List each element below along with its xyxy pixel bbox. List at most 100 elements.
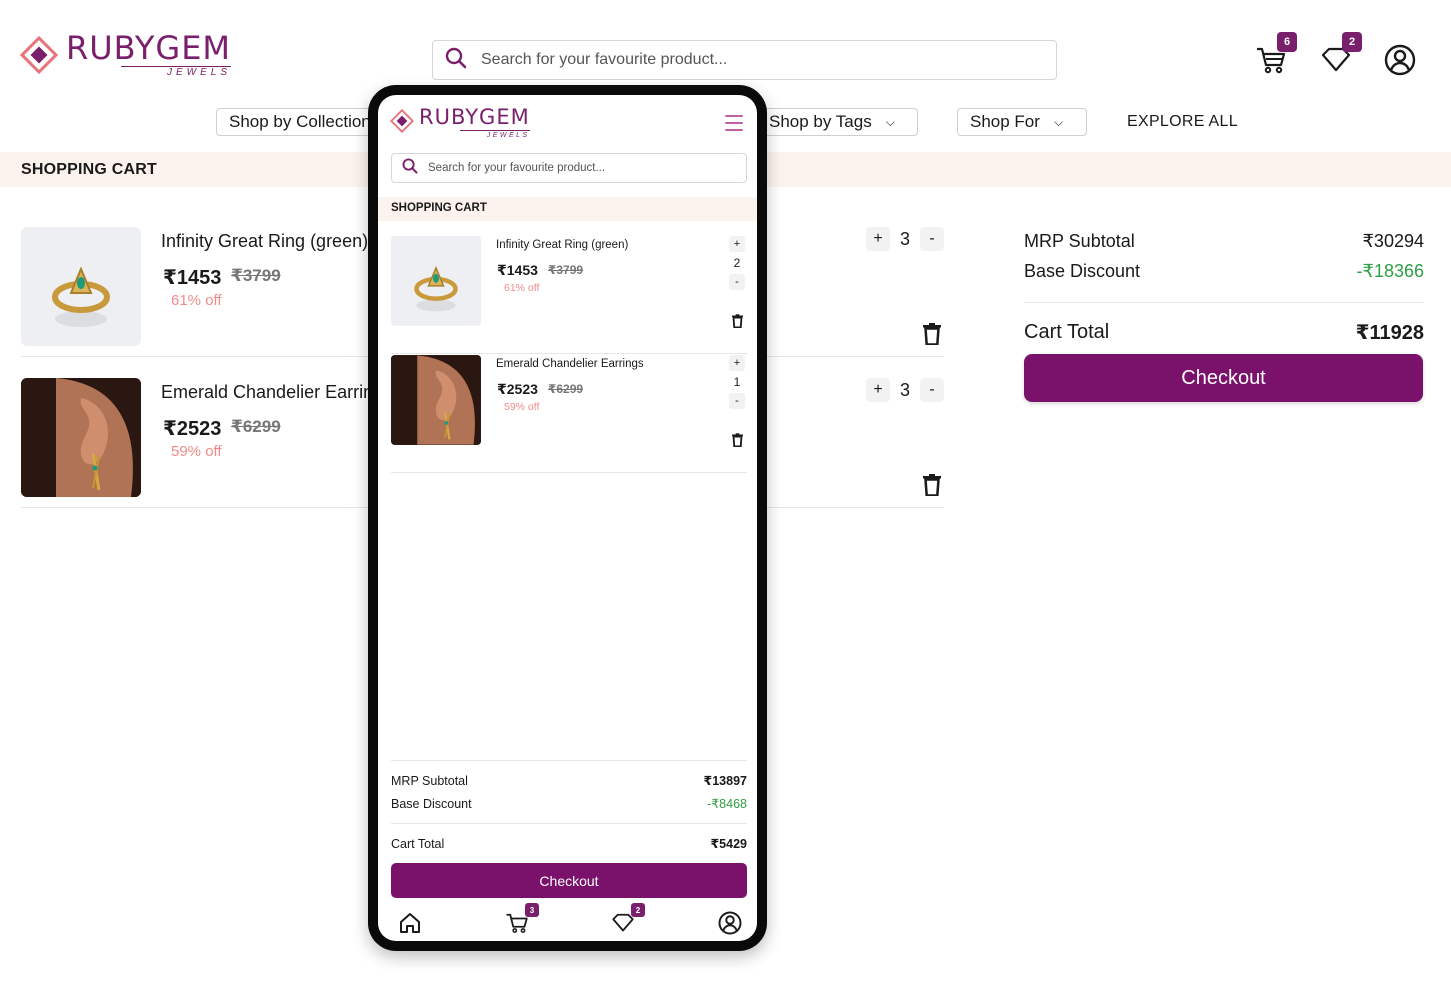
cart-icon <box>1255 47 1287 80</box>
search-icon <box>445 47 467 74</box>
search-icon <box>402 158 418 179</box>
quantity-value: 1 <box>733 375 741 389</box>
cart-tab[interactable]: 3 <box>505 903 539 935</box>
user-icon <box>718 911 742 939</box>
product-mrp: ₹3799 <box>231 266 281 285</box>
product-name[interactable]: Infinity Great Ring (green) <box>496 239 628 251</box>
wishlist-count-badge: 2 <box>1342 32 1362 52</box>
product-image-ring[interactable] <box>21 227 141 346</box>
product-mrp: ₹3799 <box>548 263 584 277</box>
mobile-device-frame: RUBYGEM JEWELS Search for your favourite… <box>368 85 767 951</box>
order-summary: MRP Subtotal ₹30294 Base Discount -₹1836… <box>1024 226 1424 402</box>
brand-name: RUBYGEM <box>419 105 530 129</box>
account-tab[interactable] <box>718 911 742 935</box>
mrp-subtotal-value: ₹13897 <box>703 774 747 788</box>
wishlist-count-badge: 2 <box>631 903 645 917</box>
base-discount-label: Base Discount <box>391 796 472 811</box>
nav-label: Shop by Tags <box>769 112 872 131</box>
mobile-order-summary: MRP Subtotal ₹13897 Base Discount -₹8468… <box>391 760 747 898</box>
product-price: ₹2523 <box>497 381 538 397</box>
user-icon <box>1384 44 1416 80</box>
nav-shop-by-tags[interactable]: Shop by Tags ⌵ <box>760 108 918 136</box>
page-title: SHOPPING CART <box>391 202 487 214</box>
cart-count-badge: 6 <box>1277 32 1297 52</box>
wishlist-button[interactable]: 2 <box>1320 32 1362 76</box>
cart-total-value: ₹5429 <box>710 837 747 851</box>
trash-icon[interactable] <box>923 474 941 497</box>
decrease-quantity-button[interactable]: - <box>920 378 944 402</box>
account-button[interactable] <box>1384 44 1416 76</box>
home-icon <box>398 913 422 939</box>
decrease-quantity-button[interactable]: - <box>729 393 745 409</box>
search-placeholder: Search for your favourite product... <box>428 162 606 174</box>
decrease-quantity-button[interactable]: - <box>920 227 944 251</box>
decrease-quantity-button[interactable]: - <box>729 274 745 290</box>
quantity-stepper: + 3 - <box>866 227 944 251</box>
wishlist-tab[interactable]: 2 <box>611 903 645 935</box>
brand-logo[interactable]: RUBYGEM JEWELS <box>19 32 232 78</box>
diamond-logo-icon <box>389 108 415 138</box>
trash-icon[interactable] <box>732 433 743 448</box>
chevron-down-icon: ⌵ <box>1053 114 1064 129</box>
product-name[interactable]: Emerald Chandelier Earrings <box>161 382 392 403</box>
cart-total-label: Cart Total <box>1024 321 1110 343</box>
quantity-stepper: + 1 - <box>727 355 747 409</box>
product-image-ring[interactable] <box>391 236 481 326</box>
mrp-subtotal-value: ₹30294 <box>1362 230 1424 251</box>
trash-icon[interactable] <box>923 323 941 346</box>
nav-shop-by-collection[interactable]: Shop by Collection <box>216 108 386 136</box>
cart-total-label: Cart Total <box>391 836 445 851</box>
search-placeholder: Search for your favourite product... <box>481 51 728 68</box>
product-name[interactable]: Emerald Chandelier Earrings <box>496 358 644 370</box>
quantity-stepper: + 2 - <box>727 236 747 290</box>
increase-quantity-button[interactable]: + <box>729 236 745 252</box>
product-price: ₹1453 <box>497 262 538 278</box>
checkout-button[interactable]: Checkout <box>391 863 747 898</box>
quantity-value: 3 <box>899 228 910 249</box>
cart-total-value: ₹11928 <box>1355 322 1424 344</box>
nav-explore-all[interactable]: EXPLORE ALL <box>1127 113 1238 131</box>
product-image-earring[interactable] <box>391 355 481 445</box>
increase-quantity-button[interactable]: + <box>866 227 890 251</box>
discount-percent: 59% off <box>171 443 222 460</box>
base-discount-row: Base Discount -₹18366 <box>1024 256 1424 286</box>
search-input[interactable]: Search for your favourite product... <box>432 40 1057 80</box>
product-mrp: ₹6299 <box>231 417 281 436</box>
mrp-subtotal-label: MRP Subtotal <box>391 773 468 788</box>
cart-count-badge: 3 <box>525 903 539 917</box>
base-discount-value: -₹8468 <box>707 797 747 811</box>
increase-quantity-button[interactable]: + <box>729 355 745 371</box>
product-mrp: ₹6299 <box>548 382 584 396</box>
cart-item: Infinity Great Ring (green) ₹1453 ₹3799 … <box>391 236 747 354</box>
diamond-logo-icon <box>19 35 59 75</box>
base-discount-label: Base Discount <box>1024 260 1141 281</box>
product-image-earring[interactable] <box>21 378 141 497</box>
nav-shop-for[interactable]: Shop For ⌵ <box>957 108 1087 136</box>
quantity-value: 2 <box>733 256 741 270</box>
checkout-button[interactable]: Checkout <box>1024 354 1423 402</box>
mobile-tab-bar: 3 2 <box>378 903 757 941</box>
product-name[interactable]: Infinity Great Ring (green) <box>161 231 368 252</box>
product-price: ₹2523 <box>163 418 222 440</box>
diamond-icon <box>1320 47 1352 80</box>
mobile-screen: RUBYGEM JEWELS Search for your favourite… <box>378 95 757 941</box>
quantity-stepper: + 3 - <box>866 378 944 402</box>
page-title: SHOPPING CART <box>21 161 157 178</box>
base-discount-row: Base Discount -₹8468 <box>391 792 747 815</box>
nav-label: Shop For <box>970 112 1040 131</box>
hamburger-menu-icon[interactable] <box>725 115 743 131</box>
cart-total-row: Cart Total ₹5429 <box>391 823 747 857</box>
trash-icon[interactable] <box>732 314 743 329</box>
mobile-shopping-cart-header: SHOPPING CART <box>378 197 757 221</box>
cart-button[interactable]: 6 <box>1255 32 1297 76</box>
product-price: ₹1453 <box>163 267 222 289</box>
mrp-subtotal-row: MRP Subtotal ₹13897 <box>391 769 747 792</box>
mobile-search-input[interactable]: Search for your favourite product... <box>391 153 747 183</box>
cart-icon <box>505 913 529 939</box>
discount-percent: 61% off <box>171 292 222 309</box>
discount-percent: 61% off <box>504 282 540 294</box>
mobile-brand-logo[interactable]: RUBYGEM JEWELS <box>389 105 530 139</box>
increase-quantity-button[interactable]: + <box>866 378 890 402</box>
diamond-icon <box>611 913 635 939</box>
home-tab[interactable] <box>398 911 422 935</box>
